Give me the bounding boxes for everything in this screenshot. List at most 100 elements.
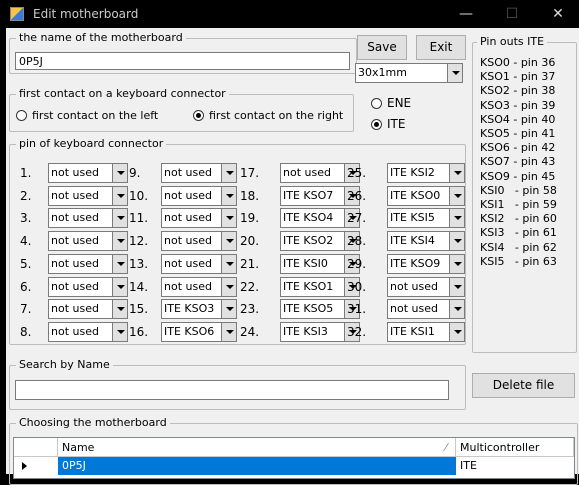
chevron-down-icon[interactable] [221,322,236,341]
controller-ite-label[interactable]: ITE [387,117,405,131]
pin-select-value: not used [164,211,212,225]
save-button[interactable]: Save [357,35,407,60]
pin-select[interactable]: ITE KSI1 [387,321,465,342]
pinout-item: KSI0 - pin 58 [480,183,557,197]
pin-select[interactable]: ITE KSI2 [387,163,465,183]
table-row-controller-cell[interactable]: ITE [456,457,574,475]
pin-select[interactable]: not used [48,276,128,297]
pin-select[interactable]: ITE KSO0 [387,185,465,206]
pin-number-label: 12. [129,234,149,249]
exit-button[interactable]: Exit [416,35,466,60]
pinouts-legend: Pin outs ITE [477,35,548,48]
pin-select-value: ITE KSO5 [283,302,334,316]
chevron-down-icon[interactable] [112,164,127,182]
column-header-name[interactable]: Name ⁄ [58,438,456,457]
pin-select-value: not used [164,188,212,202]
pin-select[interactable]: ITE KSO6 [161,321,237,342]
first-contact-right-radio[interactable] [193,110,204,121]
chevron-down-icon[interactable] [449,209,464,228]
pin-select[interactable]: not used [387,299,465,320]
pin-select[interactable]: not used [48,208,128,229]
search-input[interactable] [15,380,449,400]
pin-number-label: 4. [20,234,32,249]
pin-select[interactable]: not used [48,253,128,274]
chevron-down-icon[interactable] [112,232,127,251]
pin-select-value: not used [51,234,99,248]
pin-number-label: 6. [20,279,32,294]
chevron-down-icon[interactable] [449,164,464,182]
chevron-down-icon[interactable] [221,232,236,251]
pin-number-label: 27. [347,211,367,226]
pin-select[interactable]: not used [48,231,128,252]
close-button[interactable]: ✕ [546,4,570,24]
chevron-down-icon[interactable] [221,164,236,182]
chevron-down-icon[interactable] [449,277,464,296]
pin-select-value: ITE KSO4 [283,211,334,225]
column-header-controller[interactable]: Multicontroller [456,438,574,457]
table-row-header[interactable] [14,457,58,475]
pin-select-value: ITE KSO2 [283,234,334,248]
controller-ene-label[interactable]: ENE [387,96,411,110]
controller-ene-radio[interactable] [371,98,382,109]
pin-number-label: 7. [20,302,32,317]
pin-number-label: 14. [129,279,149,294]
pin-select[interactable]: ITE KSI4 [387,231,465,252]
chevron-down-icon[interactable] [449,322,464,341]
pin-select-value: ITE KSI2 [390,166,435,179]
pin-select[interactable]: not used [161,231,237,252]
choosing-group: Choosing the motherboard Name ⁄ Multicon… [9,416,578,485]
pin-select[interactable]: not used [48,163,128,183]
pin-select[interactable]: not used [48,185,128,206]
chevron-down-icon[interactable] [112,277,127,296]
pinout-item: KSO7 - pin 43 [480,155,556,169]
pin-select[interactable]: not used [161,185,237,206]
chevron-down-icon[interactable] [112,186,127,205]
pin-select[interactable]: not used [161,253,237,274]
pin-number-label: 13. [129,256,149,271]
chevron-down-icon[interactable] [449,232,464,251]
pinout-item: KSI2 - pin 60 [480,212,557,226]
first-contact-left-label[interactable]: first contact on the left [32,109,158,122]
pin-select[interactable]: ITE KSO3 [161,299,237,320]
connector-size-value: 30x1mm [358,66,407,79]
pin-select[interactable]: not used [161,208,237,229]
pin-select[interactable]: not used [161,276,237,297]
chevron-down-icon[interactable] [221,277,236,296]
table-row-name-cell[interactable]: 0P5J [58,457,456,475]
chevron-down-icon[interactable] [221,186,236,205]
pin-select[interactable]: not used [161,163,237,183]
pin-number-label: 19. [240,211,260,226]
pin-number-label: 20. [240,234,260,249]
pin-select[interactable]: not used [48,299,128,320]
chevron-down-icon[interactable] [449,254,464,273]
chevron-down-icon[interactable] [449,300,464,319]
chevron-down-icon[interactable] [449,186,464,205]
chevron-down-icon[interactable] [112,300,127,319]
search-legend: Search by Name [16,358,113,371]
motherboard-name-input[interactable]: 0P5J [15,52,350,70]
chevron-down-icon[interactable] [221,300,236,319]
chevron-down-icon[interactable] [221,209,236,228]
pin-number-label: 8. [20,324,32,339]
pin-select-value: ITE KSO7 [283,188,334,202]
pin-select[interactable]: ITE KSO9 [387,253,465,274]
chevron-down-icon[interactable] [447,64,462,82]
pin-number-label: 25. [347,166,367,180]
pin-number-label: 30. [347,279,367,294]
pin-select[interactable]: not used [387,276,465,297]
chevron-down-icon[interactable] [112,254,127,273]
chevron-down-icon[interactable] [112,322,127,341]
first-contact-left-radio[interactable] [16,110,27,121]
chevron-down-icon[interactable] [221,254,236,273]
maximize-button[interactable]: ☐ [500,4,524,24]
pin-number-label: 23. [240,302,260,317]
connector-size-select[interactable]: 30x1mm [355,63,463,83]
first-contact-right-label[interactable]: first contact on the right [209,109,343,122]
pin-select[interactable]: not used [48,321,128,342]
pin-number-label: 21. [240,256,260,271]
delete-file-button[interactable]: Delete file [472,373,575,398]
controller-ite-radio[interactable] [371,119,382,130]
minimize-button[interactable]: — [454,4,478,24]
chevron-down-icon[interactable] [112,209,127,228]
pin-select[interactable]: ITE KSI5 [387,208,465,229]
